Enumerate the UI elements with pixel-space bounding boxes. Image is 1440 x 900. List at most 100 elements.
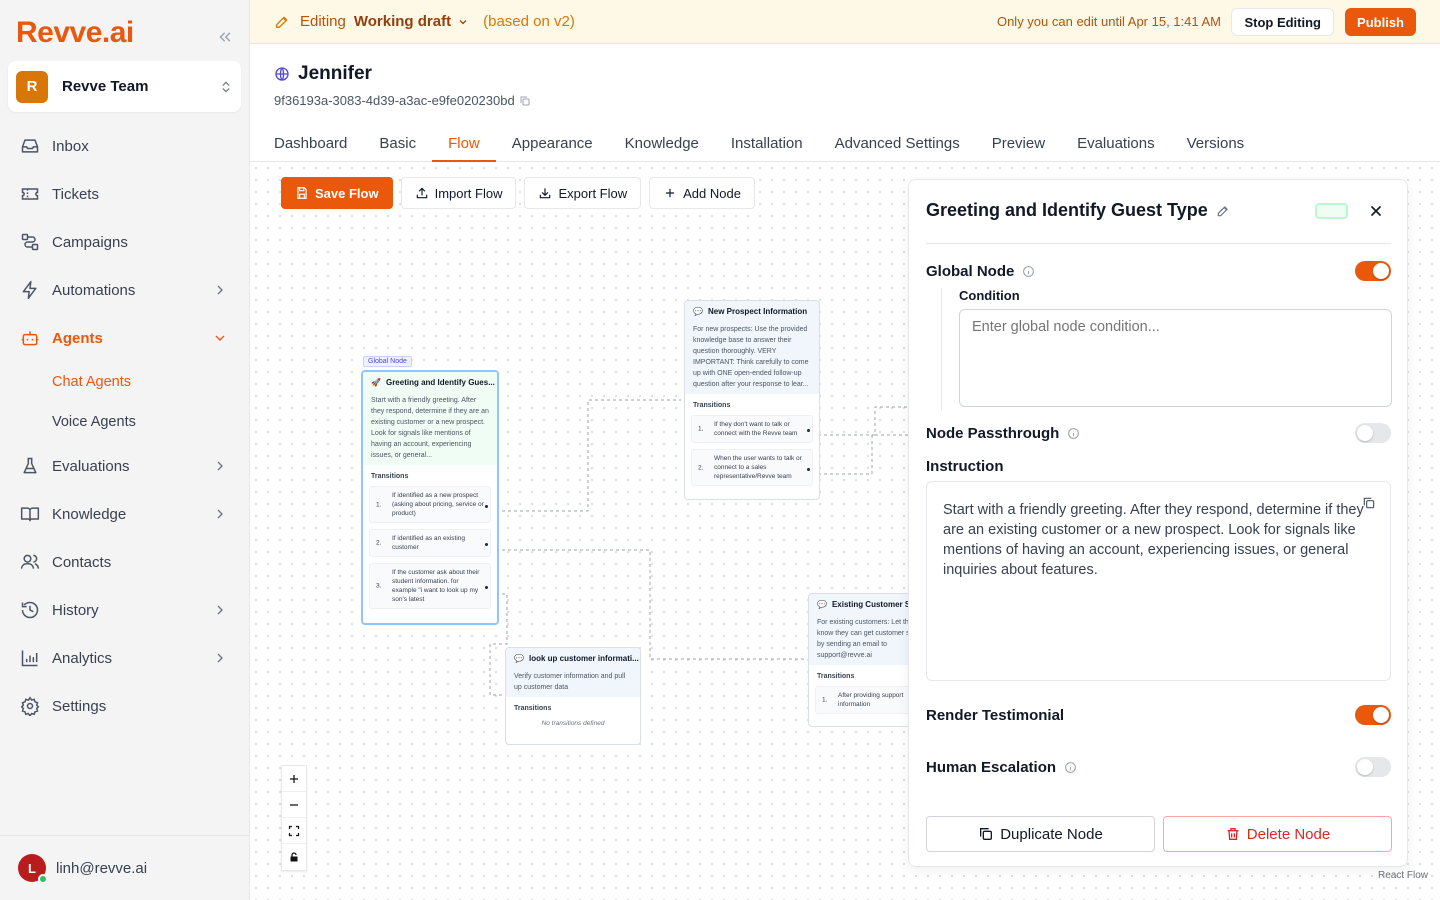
edit-lock-notice: Only you can edit until Apr 15, 1:41 AM	[996, 14, 1221, 29]
transitions-heading: Transitions	[514, 705, 552, 712]
flow-toolbar: Save Flow Import Flow Export Flow Add No…	[281, 177, 755, 209]
info-icon[interactable]	[1064, 761, 1077, 774]
tab-flow[interactable]: Flow	[432, 125, 496, 162]
user-email: linh@revve.ai	[56, 859, 148, 877]
chevron-down-icon[interactable]	[457, 16, 469, 28]
sidebar-item-voice-agents[interactable]: Voice Agents	[0, 402, 250, 442]
add-node-button[interactable]: Add Node	[649, 177, 755, 209]
zoom-in-button[interactable]	[282, 766, 306, 792]
edge-prospect-out-2	[818, 434, 910, 475]
chevron-right-icon	[212, 650, 228, 666]
draft-selector[interactable]: Working draft	[354, 13, 451, 30]
delete-node-button[interactable]: Delete Node	[1163, 816, 1392, 852]
render-testimonial-toggle[interactable]	[1355, 705, 1391, 725]
connection-handle[interactable]	[807, 429, 810, 432]
human-escalation-toggle[interactable]	[1355, 757, 1391, 777]
save-flow-button[interactable]: Save Flow	[281, 177, 393, 209]
publish-button[interactable]: Publish	[1345, 8, 1416, 36]
collapse-sidebar-icon[interactable]	[216, 28, 234, 46]
sidebar-item-contacts[interactable]: Contacts	[0, 538, 250, 586]
passthrough-toggle[interactable]	[1355, 423, 1391, 443]
sidebar-item-evaluations[interactable]: Evaluations	[0, 442, 250, 490]
panel-header: Greeting and Identify Guest Type	[926, 200, 1391, 244]
sidebar-item-tickets[interactable]: Tickets	[0, 170, 250, 218]
tab-versions[interactable]: Versions	[1171, 125, 1261, 161]
human-escalation-row: Human Escalation	[926, 757, 1391, 777]
tab-evaluations[interactable]: Evaluations	[1061, 125, 1171, 161]
revve-logo[interactable]: Revve.ai	[16, 16, 134, 50]
fit-view-button[interactable]	[282, 818, 306, 844]
node-title: 💬 look up customer informati...	[514, 654, 639, 663]
condition-input[interactable]	[959, 309, 1392, 407]
tab-knowledge[interactable]: Knowledge	[609, 125, 715, 161]
copy-icon[interactable]	[1362, 496, 1376, 510]
import-flow-button[interactable]: Import Flow	[400, 177, 517, 209]
lock-icon[interactable]	[282, 844, 306, 870]
flow-node-lookup-customer[interactable]: 💬 look up customer informati... Verify cu…	[505, 647, 641, 745]
team-avatar: R	[16, 70, 48, 103]
connection-handle[interactable]	[485, 543, 488, 546]
flow-node-greeting[interactable]: 🚀 Greeting and Identify Gues... Start wit…	[361, 370, 499, 625]
connection-handle[interactable]	[807, 467, 810, 471]
sidebar-item-inbox[interactable]: Inbox	[0, 122, 250, 170]
sidebar-item-label: Tickets	[52, 185, 99, 203]
team-switcher[interactable]: R Revve Team	[8, 61, 241, 112]
global-node-toggle[interactable]	[1355, 261, 1391, 281]
transition-item[interactable]: 1. If identified as a new prospect (askin…	[369, 486, 491, 523]
sidebar-item-campaigns[interactable]: Campaigns	[0, 218, 250, 266]
info-icon[interactable]	[1067, 427, 1080, 440]
sidebar-item-knowledge[interactable]: Knowledge	[0, 490, 250, 538]
node-description: Start with a friendly greeting. After th…	[371, 397, 489, 459]
duplicate-node-button[interactable]: Duplicate Node	[926, 816, 1155, 852]
tab-advanced-settings[interactable]: Advanced Settings	[819, 125, 976, 161]
node-settings-panel: Greeting and Identify Guest Type Global …	[908, 179, 1408, 867]
stop-editing-button[interactable]: Stop Editing	[1231, 8, 1334, 36]
sidebar-item-analytics[interactable]: Analytics	[0, 634, 250, 682]
react-flow-attribution[interactable]: React Flow	[1378, 870, 1428, 881]
connection-handle[interactable]	[485, 504, 488, 508]
edge-prospect-out-1	[818, 406, 910, 436]
connection-handle[interactable]	[485, 586, 488, 589]
instruction-textarea[interactable]: Start with a friendly greeting. After th…	[926, 481, 1391, 681]
sidebar-item-chat-agents[interactable]: Chat Agents	[0, 362, 250, 402]
chevron-updown-icon	[219, 78, 233, 96]
tab-appearance[interactable]: Appearance	[496, 125, 609, 161]
user-menu[interactable]: L linh@revve.ai	[0, 835, 249, 900]
pencil-icon[interactable]	[1216, 204, 1230, 218]
book-icon	[20, 504, 40, 524]
route-icon	[20, 232, 40, 252]
transition-item[interactable]: 2. When the user wants to talk or connect…	[691, 449, 813, 486]
export-flow-button[interactable]: Export Flow	[524, 177, 642, 209]
transition-item[interactable]: 3. If the customer ask about their studen…	[369, 563, 491, 609]
sidebar-item-automations[interactable]: Automations	[0, 266, 250, 314]
tab-dashboard[interactable]: Dashboard	[258, 125, 363, 161]
copy-icon[interactable]	[519, 95, 531, 107]
sidebar-item-label: Settings	[52, 697, 107, 715]
transition-item[interactable]: 2. If identified as an existing customer	[369, 529, 491, 557]
page-title: Jennifer	[298, 63, 372, 84]
info-icon[interactable]	[1022, 265, 1035, 278]
agent-tabs: Dashboard Basic Flow Appearance Knowledg…	[250, 125, 1440, 162]
flow-node-new-prospect[interactable]: 💬 New Prospect Information For new prospe…	[684, 300, 820, 500]
sidebar-item-agents[interactable]: Agents	[0, 314, 250, 362]
transition-item[interactable]: 1. If they don't want to talk or connect …	[691, 415, 813, 443]
node-color-tag[interactable]	[1315, 203, 1348, 219]
passthrough-row: Node Passthrough	[926, 423, 1391, 443]
editing-banner: Editing Working draft (based on v2) Only…	[250, 0, 1440, 44]
sidebar-item-history[interactable]: History	[0, 586, 250, 634]
transitions-heading: Transitions	[371, 473, 409, 480]
close-icon[interactable]	[1368, 203, 1384, 219]
global-node-badge: Global Node	[363, 356, 412, 367]
sidebar-item-settings[interactable]: Settings	[0, 682, 250, 730]
node-header: 💬 New Prospect Information For new prospe…	[685, 301, 819, 394]
trash-icon	[1227, 828, 1239, 840]
sidebar-item-label: Analytics	[52, 649, 113, 667]
tab-installation[interactable]: Installation	[715, 125, 819, 161]
edge-greeting-to-prospect	[496, 399, 681, 512]
transitions-heading: Transitions	[693, 402, 731, 409]
condition-label: Condition	[959, 288, 1020, 303]
sidebar-item-label: Contacts	[52, 553, 112, 571]
tab-basic[interactable]: Basic	[363, 125, 432, 161]
tab-preview[interactable]: Preview	[976, 125, 1061, 161]
zoom-out-button[interactable]	[282, 792, 306, 818]
